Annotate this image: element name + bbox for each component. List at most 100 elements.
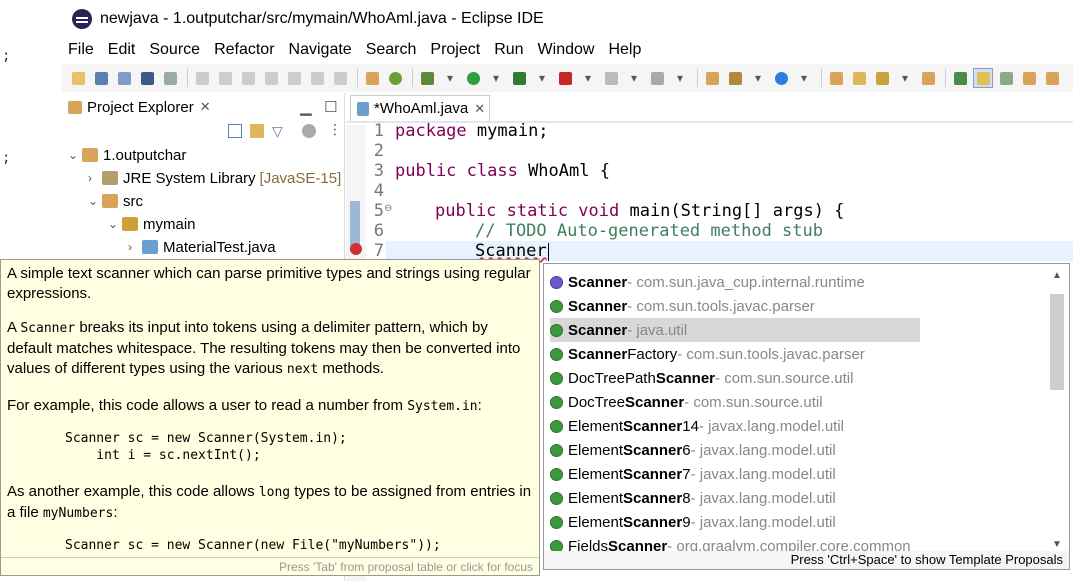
fold-icon[interactable]: ⊖ [384,203,392,214]
dropdown-icon[interactable]: ▾ [440,68,460,88]
new-icon[interactable] [68,68,88,88]
annotation-icon[interactable] [1019,68,1039,88]
mark-occurrences-icon[interactable] [973,68,993,88]
close-icon[interactable]: ✕ [474,101,485,117]
save-all-icon[interactable] [114,68,134,88]
tree-jre[interactable]: › JRE System Library [JavaSE-15] [88,167,341,189]
task-icon[interactable] [362,68,382,88]
chevron-right-icon[interactable]: › [128,240,142,254]
proposal-item[interactable]: DocTreePathScanner - com.sun.source.util [550,366,920,390]
prev-annotation-icon[interactable] [1042,68,1062,88]
javadoc-hover[interactable]: A simple text scanner which can parse pr… [0,259,540,576]
menu-help[interactable]: Help [602,41,649,59]
scroll-down-icon[interactable]: ▼ [1052,539,1062,550]
proposal-match: Scanner [623,441,683,459]
jshell-icon[interactable] [385,68,405,88]
view-menu-icon[interactable]: ⋮ [328,121,342,138]
chevron-down-icon[interactable]: ⌄ [88,194,102,208]
menu-search[interactable]: Search [360,41,425,59]
scroll-up-icon[interactable]: ▲ [1052,270,1062,281]
terminate-icon[interactable] [238,68,258,88]
project-explorer-tab[interactable]: Project Explorer ✕ ▁ ☐ [62,93,345,121]
server-icon[interactable] [647,68,667,88]
menu-window[interactable]: Window [532,41,603,59]
disconnect-icon[interactable] [261,68,281,88]
dropdown-icon[interactable]: ▾ [670,68,690,88]
chevron-right-icon[interactable]: › [88,171,102,185]
terminal-icon[interactable] [137,68,157,88]
dropdown-icon[interactable]: ▾ [895,68,915,88]
dropdown-icon[interactable]: ▾ [578,68,598,88]
proposal-item[interactable]: ElementScanner14 - javax.lang.model.util [550,414,920,438]
code-line-5[interactable]: public static void main(String[] args) { [435,201,844,221]
save-icon[interactable] [91,68,111,88]
skip-breakpoints-icon[interactable] [160,68,180,88]
link-editor-icon[interactable] [250,124,264,138]
menu-file[interactable]: File [62,41,102,59]
scrollbar[interactable]: ▲ ▼ [1049,270,1065,550]
scroll-thumb[interactable] [1050,294,1064,390]
tree-src[interactable]: ⌄ src [88,190,143,212]
proposal-item[interactable]: ElementScanner7 - javax.lang.model.util [550,462,920,486]
code-line-7[interactable]: Scanner [475,241,547,261]
proposal-item[interactable]: Scanner - com.sun.tools.javac.parser [550,294,920,318]
new-java-project-icon[interactable] [702,68,722,88]
open-folder-icon[interactable] [849,68,869,88]
open-task-icon[interactable] [918,68,938,88]
dropdown-icon[interactable]: ▾ [532,68,552,88]
proposal-item[interactable]: DocTreeScanner - com.sun.source.util [550,390,920,414]
minimize-icon[interactable]: ▁ [300,98,312,116]
code-line-3[interactable]: public class WhoAml { [395,161,610,181]
resume-icon[interactable] [192,68,212,88]
coverage-icon[interactable] [509,68,529,88]
tree-file[interactable]: › MaterialTest.java [128,236,276,258]
dropdown-icon[interactable]: ▾ [486,68,506,88]
toolbar-separator [412,69,413,87]
error-icon [350,243,362,255]
new-class-icon[interactable] [771,68,791,88]
dropdown-icon[interactable]: ▾ [748,68,768,88]
proposal-item[interactable]: Scanner - com.sun.java_cup.internal.runt… [550,270,920,294]
dropdown-icon[interactable]: ▾ [624,68,644,88]
chevron-down-icon[interactable]: ⌄ [108,217,122,231]
proposal-item[interactable]: ScannerFactory - com.sun.tools.javac.par… [550,342,920,366]
debug-icon[interactable] [417,68,437,88]
code-line-6[interactable]: // TODO Auto-generated method stub [475,221,823,241]
step-into-icon[interactable] [284,68,304,88]
search-icon[interactable] [872,68,892,88]
proposal-item[interactable]: ElementScanner6 - javax.lang.model.util [550,438,920,462]
menu-navigate[interactable]: Navigate [283,41,360,59]
tree-project[interactable]: ⌄ 1.outputchar [68,144,186,166]
run-icon[interactable] [463,68,483,88]
menu-refactor[interactable]: Refactor [208,41,282,59]
proposal-name: Scanner [568,274,627,291]
dropdown-icon[interactable]: ▾ [794,68,814,88]
menu-run[interactable]: Run [488,41,531,59]
proposal-item[interactable]: Scanner - java.util [550,318,920,342]
open-type-icon[interactable] [826,68,846,88]
proposal-item[interactable]: ElementScanner9 - javax.lang.model.util [550,510,920,534]
chevron-down-icon[interactable]: ⌄ [68,148,82,162]
focus-icon[interactable] [302,124,316,138]
stop-icon[interactable] [601,68,621,88]
new-package-icon[interactable] [725,68,745,88]
step-over-icon[interactable] [307,68,327,88]
tree-package[interactable]: ⌄ mymain [108,213,196,235]
menu-project[interactable]: Project [424,41,488,59]
suspend-icon[interactable] [215,68,235,88]
menu-edit[interactable]: Edit [102,41,144,59]
filter-icon[interactable]: ▽ [272,123,283,140]
whitespace-icon[interactable] [996,68,1016,88]
close-icon[interactable]: ✕ [200,99,211,115]
external-tools-icon[interactable] [555,68,575,88]
editor-tab[interactable]: *WhoAml.java ✕ [350,95,490,121]
menu-source[interactable]: Source [143,41,208,59]
pin-icon[interactable] [950,68,970,88]
step-return-icon[interactable] [330,68,350,88]
collapse-all-icon[interactable] [228,124,242,138]
content-assist-popup[interactable]: Scanner - com.sun.java_cup.internal.runt… [543,263,1070,570]
proposal-name: ElementScanner7 [568,466,691,483]
proposal-item[interactable]: ElementScanner8 - javax.lang.model.util [550,486,920,510]
code-line-1[interactable]: package mymain; [395,121,549,141]
maximize-icon[interactable]: ☐ [324,98,337,116]
